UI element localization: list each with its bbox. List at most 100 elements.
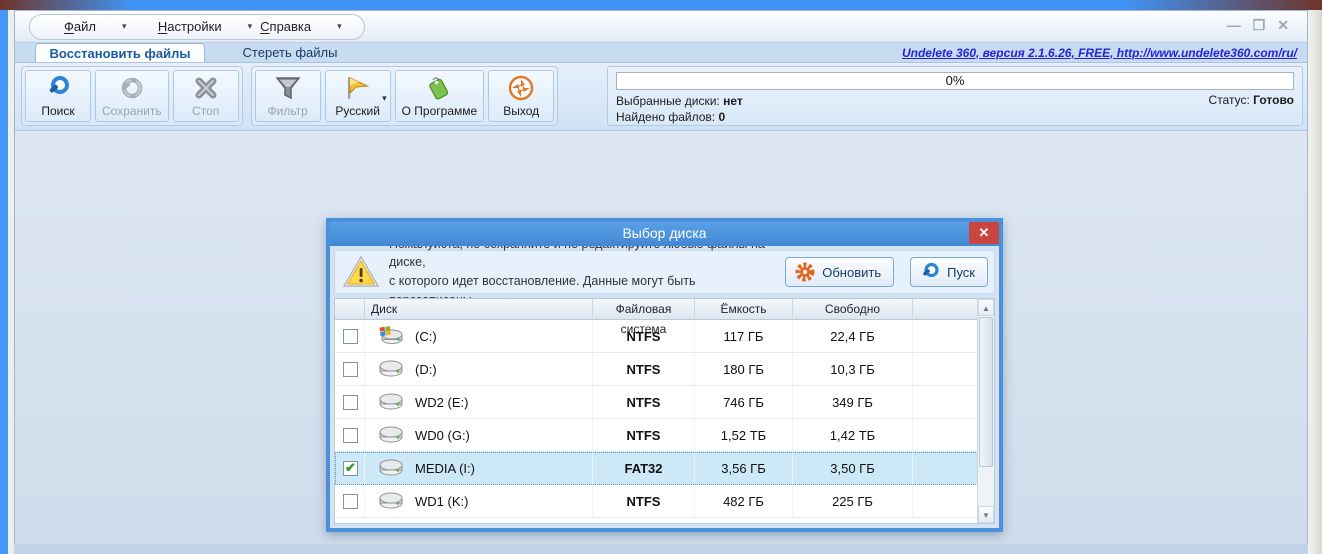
drive-icon xyxy=(377,359,405,379)
warning-icon xyxy=(343,256,379,288)
selected-disks-line: Выбранные диски: нет xyxy=(616,93,743,109)
about-button[interactable]: О Программе xyxy=(395,70,485,122)
menu-pill: Файл ▾ Настройки ▾ Справка ▾ xyxy=(29,14,365,40)
refresh-button[interactable]: Обновить xyxy=(785,257,894,287)
drive-capacity: 746 ГБ xyxy=(695,386,793,418)
menu-file-label: Файл xyxy=(64,19,96,34)
disk-table: Диск Файловая система Ёмкость Свободно (… xyxy=(334,298,995,524)
drive-name: MEDIA (I:) xyxy=(415,461,475,476)
drive-name: WD0 (G:) xyxy=(415,428,470,443)
search-button-label: Поиск xyxy=(41,104,74,118)
search-icon xyxy=(44,74,72,102)
scroll-down-icon[interactable]: ▼ xyxy=(978,506,994,523)
search-button[interactable]: Поиск xyxy=(25,70,91,122)
drive-name: WD2 (E:) xyxy=(415,395,468,410)
language-button[interactable]: Русский ▾ xyxy=(325,70,391,122)
drive-icon xyxy=(377,425,405,445)
tab-row: Восстановить файлы Стереть файлы Undelet… xyxy=(15,43,1307,63)
stop-button-label: Стоп xyxy=(192,104,219,118)
vertical-scrollbar[interactable]: ▲ ▼ xyxy=(977,299,994,523)
table-row[interactable]: WD1 (K:) NTFS 482 ГБ 225 ГБ xyxy=(335,485,994,518)
disk-selection-dialog: Выбор диска ✕ Пожалуйста, не сохраняйте … xyxy=(326,218,1003,532)
chevron-down-icon: ▾ xyxy=(337,21,342,32)
language-flag-icon xyxy=(343,74,373,102)
row-checkbox-checked[interactable]: ✔ xyxy=(343,461,358,476)
chevron-down-icon: ▾ xyxy=(122,21,127,32)
progress-bar: 0% xyxy=(616,72,1294,90)
exit-button-label: Выход xyxy=(503,104,539,118)
check-icon: ✔ xyxy=(345,460,356,476)
exit-button[interactable]: Выход xyxy=(488,70,554,122)
progress-label: 0% xyxy=(946,73,965,88)
tab-erase-files[interactable]: Стереть файлы xyxy=(205,43,375,62)
desktop-left-strip xyxy=(0,10,8,554)
drive-capacity: 180 ГБ xyxy=(695,353,793,385)
warning-panel: Пожалуйста, не сохраняйте и не редактиру… xyxy=(334,250,995,294)
dialog-close-button[interactable]: ✕ xyxy=(969,222,999,244)
drive-fs: FAT32 xyxy=(593,452,695,484)
filter-icon xyxy=(274,74,302,102)
drive-fs: NTFS xyxy=(593,419,695,451)
row-checkbox[interactable] xyxy=(343,362,358,377)
menu-settings[interactable]: Настройки ▾ xyxy=(158,19,252,34)
save-button[interactable]: Сохранить xyxy=(95,70,169,122)
tab-recover-files[interactable]: Восстановить файлы xyxy=(35,43,205,62)
drive-capacity: 117 ГБ xyxy=(695,320,793,352)
filter-button[interactable]: Фильтр xyxy=(255,70,321,122)
about-button-label: О Программе xyxy=(402,104,478,118)
chevron-down-icon: ▾ xyxy=(248,21,253,32)
row-checkbox[interactable] xyxy=(343,395,358,410)
stop-icon xyxy=(192,74,220,102)
save-icon xyxy=(118,74,146,102)
main-content-area: Выбор диска ✕ Пожалуйста, не сохраняйте … xyxy=(15,131,1307,544)
table-row[interactable]: WD2 (E:) NTFS 746 ГБ 349 ГБ xyxy=(335,386,994,419)
minimize-button[interactable]: — xyxy=(1227,15,1241,35)
drive-name: (C:) xyxy=(415,329,437,344)
drive-capacity: 1,52 ТБ xyxy=(695,419,793,451)
stop-button[interactable]: Стоп xyxy=(173,70,239,122)
drive-free: 1,42 ТБ xyxy=(793,419,913,451)
drive-icon xyxy=(377,392,405,412)
start-search-icon xyxy=(919,261,941,283)
menu-help-label: Справка xyxy=(260,19,311,34)
menu-file[interactable]: Файл ▾ xyxy=(64,19,150,34)
table-row[interactable]: WD0 (G:) NTFS 1,52 ТБ 1,42 ТБ xyxy=(335,419,994,452)
start-button[interactable]: Пуск xyxy=(910,257,988,287)
status-panel: 0% Выбранные диски: нет Найдено файлов: … xyxy=(607,66,1303,126)
window-controls: — ❐ ✕ xyxy=(1227,15,1289,35)
chevron-down-icon: ▾ xyxy=(382,93,387,104)
refresh-gear-icon xyxy=(794,261,816,283)
desktop-top-strip xyxy=(0,0,1322,10)
desktop-right-strip xyxy=(1308,10,1322,554)
drive-fs: NTFS xyxy=(593,353,695,385)
table-row-selected[interactable]: ✔ MEDIA (I:) FAT32 3,56 ГБ 3,50 ГБ xyxy=(335,452,994,485)
app-window: Файл ▾ Настройки ▾ Справка ▾ — ❐ ✕ Восст… xyxy=(14,10,1308,544)
refresh-button-label: Обновить xyxy=(822,265,881,280)
table-header: Диск Файловая система Ёмкость Свободно xyxy=(335,299,994,320)
table-row[interactable]: (D:) NTFS 180 ГБ 10,3 ГБ xyxy=(335,353,994,386)
table-row[interactable]: (C:) NTFS 117 ГБ 22,4 ГБ xyxy=(335,320,994,353)
about-tag-icon xyxy=(425,74,453,102)
maximize-button[interactable]: ❐ xyxy=(1253,15,1266,35)
save-button-label: Сохранить xyxy=(102,104,162,118)
scrollbar-thumb[interactable] xyxy=(979,317,993,467)
menu-help[interactable]: Справка ▾ xyxy=(260,19,346,34)
dialog-title-bar: Выбор диска ✕ xyxy=(330,222,999,246)
close-button[interactable]: ✕ xyxy=(1277,15,1289,35)
scroll-up-icon[interactable]: ▲ xyxy=(978,299,994,316)
toolbar: Поиск Сохранить Стоп Фильтр xyxy=(15,63,1307,131)
row-checkbox[interactable] xyxy=(343,428,358,443)
drive-capacity: 3,56 ГБ xyxy=(695,452,793,484)
row-checkbox[interactable] xyxy=(343,494,358,509)
system-drive-icon xyxy=(377,326,405,346)
toolbar-group-options: Фильтр Русский ▾ О Программе Выход xyxy=(251,66,559,126)
drive-free: 10,3 ГБ xyxy=(793,353,913,385)
drive-name: WD1 (K:) xyxy=(415,494,468,509)
row-checkbox[interactable] xyxy=(343,329,358,344)
website-link[interactable]: Undelete 360, версия 2.1.6.26, FREE, htt… xyxy=(902,46,1297,60)
menu-settings-label: Настройки xyxy=(158,19,222,34)
drive-name: (D:) xyxy=(415,362,437,377)
filter-button-label: Фильтр xyxy=(267,104,307,118)
drive-fs: NTFS xyxy=(593,485,695,517)
menu-bar: Файл ▾ Настройки ▾ Справка ▾ — ❐ ✕ xyxy=(15,11,1307,43)
